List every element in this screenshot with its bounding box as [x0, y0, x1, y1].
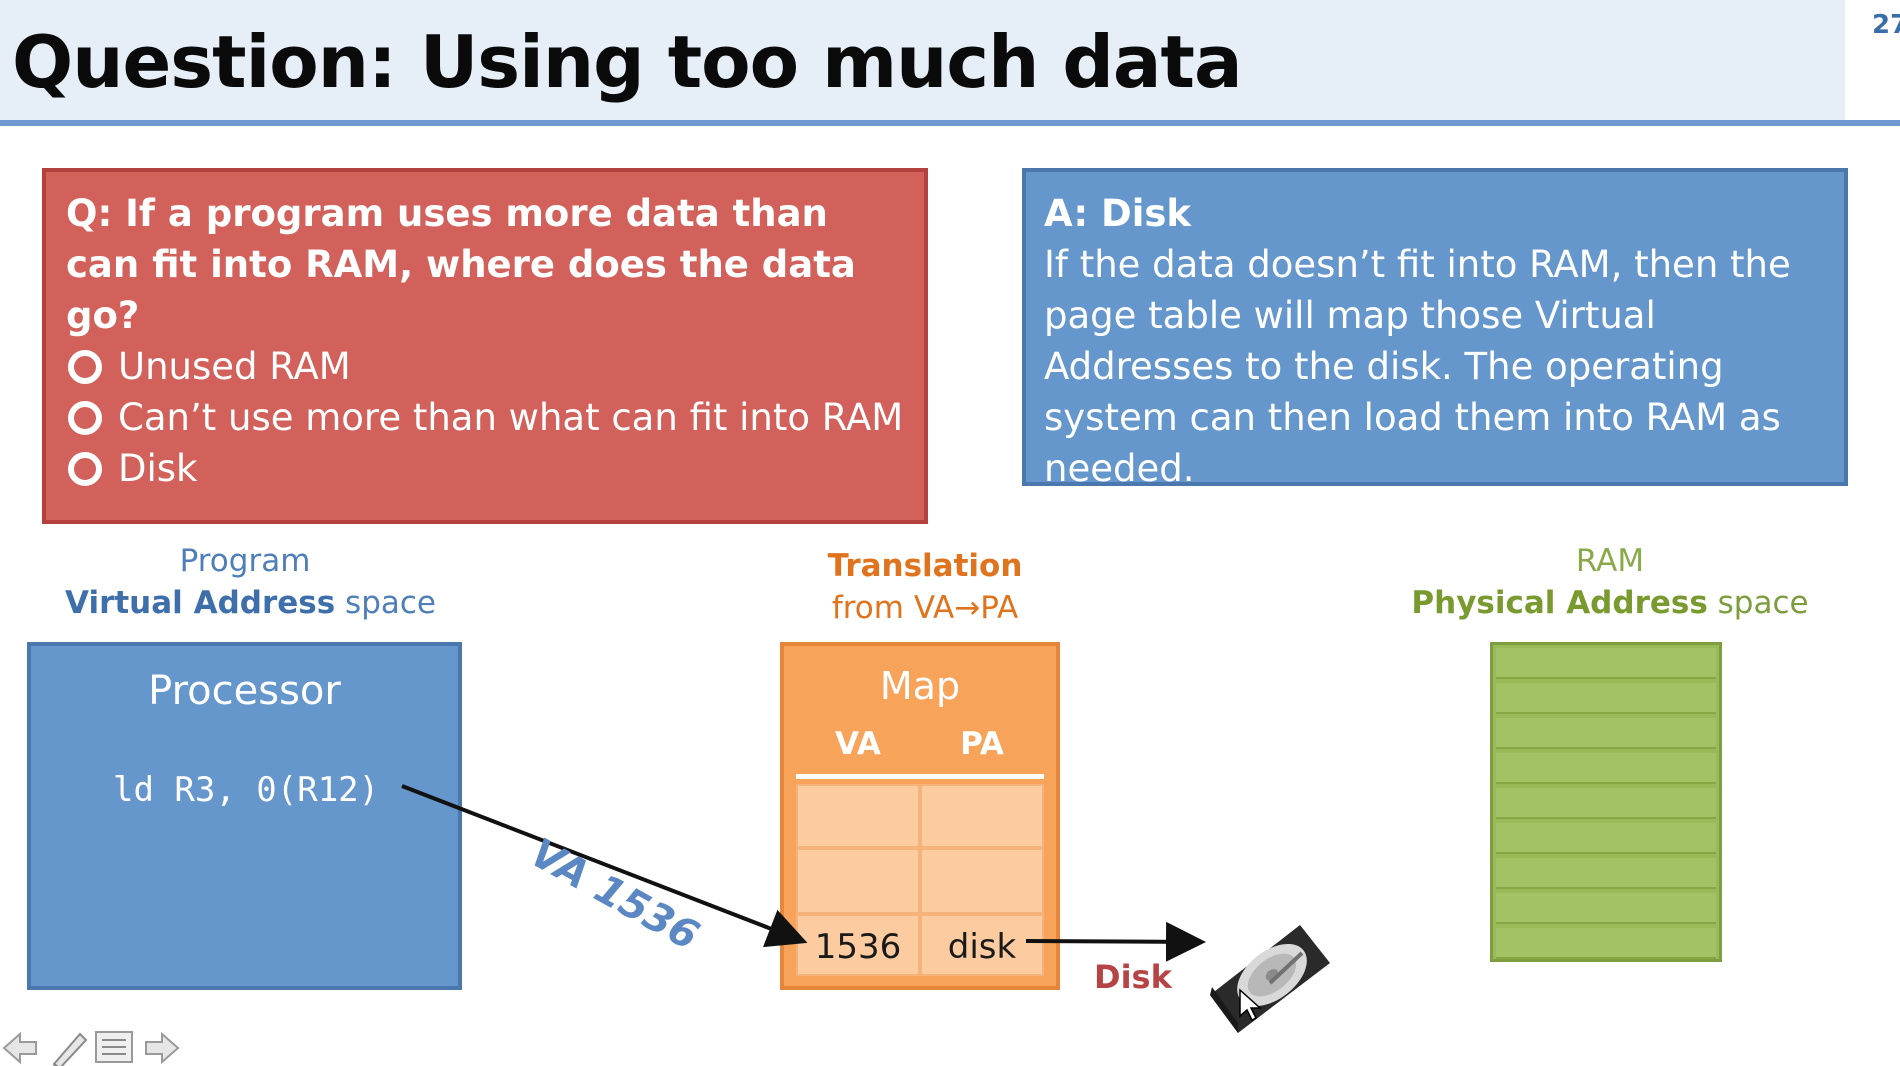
arrow-right-icon[interactable]: [145, 1031, 180, 1065]
disk-arrow: [1025, 921, 1206, 962]
arrows-layer: [2, 784, 1330, 1066]
hard-disk-icon: [1210, 925, 1330, 1033]
arrow-left-icon[interactable]: [2, 1031, 37, 1065]
pen-icon[interactable]: [52, 1032, 88, 1066]
menu-icon[interactable]: [95, 1031, 133, 1063]
disk-label: Disk: [1094, 958, 1172, 996]
